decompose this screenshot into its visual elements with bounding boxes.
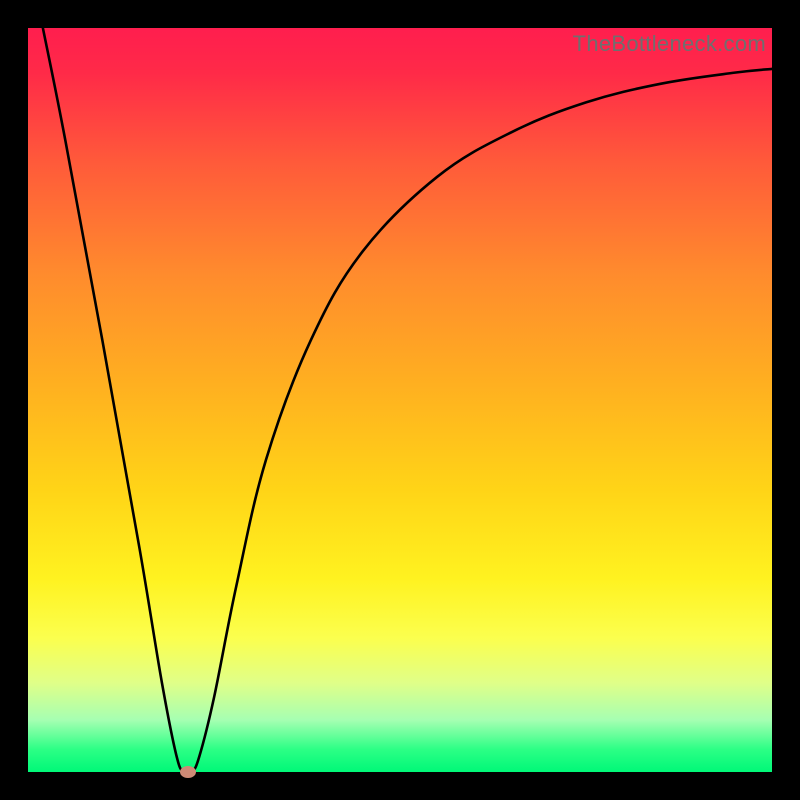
bottleneck-curve [28,28,772,772]
optimal-marker [180,766,196,778]
chart-frame: TheBottleneck.com [0,0,800,800]
plot-area: TheBottleneck.com [28,28,772,772]
